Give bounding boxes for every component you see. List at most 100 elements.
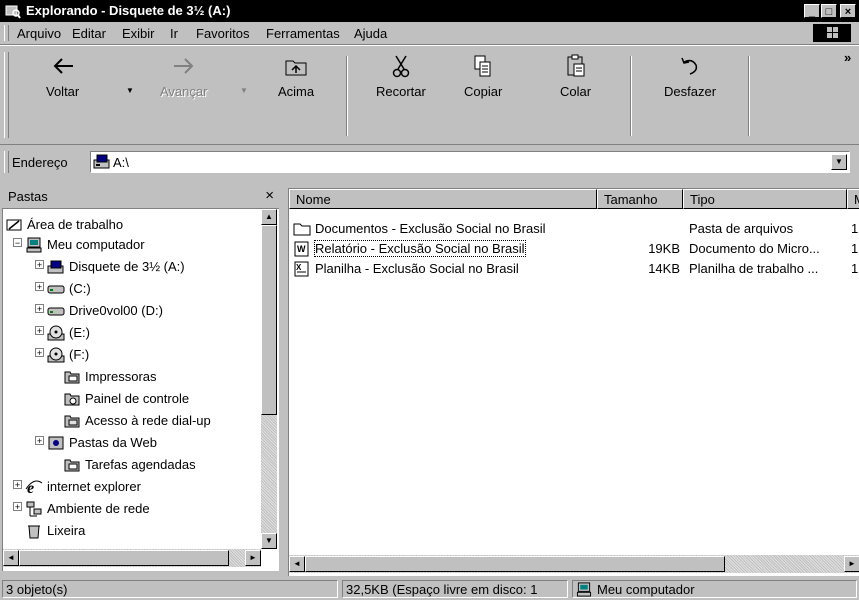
- up-button[interactable]: Acima: [278, 54, 314, 99]
- menu-favoritos[interactable]: Favoritos: [196, 26, 249, 41]
- file-row[interactable]: X Planilha - Exclusão Social no Brasil 1…: [289, 259, 859, 279]
- desktop-icon: [6, 219, 22, 231]
- toolbar-overflow-chevron-icon[interactable]: »: [844, 50, 851, 65]
- copy-button[interactable]: Copiar: [464, 54, 502, 99]
- menu-editar[interactable]: Editar: [72, 26, 106, 41]
- menu-bar: Arquivo Editar Exibir Ir Favoritos Ferra…: [0, 22, 859, 45]
- ie-icon: e: [25, 480, 43, 495]
- folder-tree[interactable]: Área de trabalho − Meu computador + Disq…: [2, 208, 279, 571]
- paste-button[interactable]: Colar: [560, 54, 591, 99]
- undo-icon: [681, 57, 698, 75]
- cut-button[interactable]: Recortar: [376, 54, 426, 99]
- title-bar[interactable]: Explorando - Disquete de 3½ (A:) _ □ ×: [0, 0, 859, 22]
- forward-label: Avançar: [160, 84, 208, 99]
- menu-grip[interactable]: [4, 25, 9, 41]
- maximize-button[interactable]: □: [821, 4, 837, 18]
- back-arrow-icon: [53, 58, 73, 74]
- undo-label: Desfazer: [664, 84, 717, 99]
- back-dropdown-icon[interactable]: ▼: [126, 86, 134, 95]
- address-grip[interactable]: [4, 151, 9, 173]
- scissors-icon: [392, 55, 410, 78]
- folder-icon: [293, 223, 311, 236]
- file-list-pane[interactable]: Nome Tamanho Tipo M Documentos - Exclusã…: [288, 188, 859, 576]
- svg-text:W: W: [297, 244, 306, 254]
- tree-expand-icon[interactable]: +: [35, 326, 44, 336]
- computer-icon: [26, 237, 42, 253]
- menu-exibir[interactable]: Exibir: [122, 26, 155, 41]
- dialup-icon: [64, 415, 80, 428]
- standard-toolbar: Voltar ▼ Avançar ▼ Acima Recortar Copiar…: [0, 45, 859, 145]
- status-bar: 3 objeto(s) 32,5KB (Espaço livre em disc…: [0, 578, 859, 600]
- folders-close-icon[interactable]: ×: [265, 187, 274, 204]
- scroll-down-icon[interactable]: ▼: [261, 533, 277, 549]
- scroll-right-icon[interactable]: ►: [245, 550, 261, 566]
- control-panel-icon: [64, 393, 80, 406]
- column-header-modified[interactable]: M: [847, 189, 859, 209]
- menu-arquivo[interactable]: Arquivo: [17, 26, 61, 41]
- forward-button[interactable]: Avançar: [160, 54, 207, 99]
- folders-pane: Pastas × Área de trabalho − Meu computad…: [2, 185, 282, 575]
- cut-label: Recortar: [376, 84, 426, 99]
- recycle-bin-icon: [28, 525, 40, 539]
- menu-ajuda[interactable]: Ajuda: [354, 26, 387, 41]
- toolbar-grip[interactable]: [4, 52, 9, 138]
- back-button[interactable]: Voltar: [46, 54, 79, 99]
- network-icon: [26, 501, 42, 517]
- floppy-icon: [47, 260, 64, 274]
- address-dropdown-icon[interactable]: ▼: [831, 154, 847, 170]
- tree-expand-icon[interactable]: +: [35, 436, 44, 446]
- file-row[interactable]: Documentos - Exclusão Social no Brasil P…: [289, 219, 859, 239]
- address-input[interactable]: A:\ ▼: [90, 151, 850, 173]
- folders-title: Pastas: [8, 189, 48, 204]
- folders-header: Pastas ×: [2, 185, 282, 207]
- tree-expand-icon[interactable]: +: [13, 480, 22, 490]
- undo-button[interactable]: Desfazer: [664, 54, 716, 99]
- menu-ferramentas[interactable]: Ferramentas: [266, 26, 340, 41]
- minimize-button[interactable]: _: [804, 4, 820, 18]
- menu-ir[interactable]: Ir: [170, 26, 178, 41]
- tree-expand-icon[interactable]: +: [35, 260, 44, 270]
- close-button[interactable]: ×: [840, 4, 856, 18]
- folders-scroll-thumb[interactable]: [261, 225, 277, 415]
- scroll-up-icon[interactable]: ▲: [261, 209, 277, 225]
- windows-logo-icon: [813, 24, 851, 42]
- forward-arrow-icon: [173, 58, 194, 74]
- folders-hscroll-thumb[interactable]: [19, 550, 229, 566]
- tree-expand-icon[interactable]: +: [35, 348, 44, 358]
- cdrom-icon: [47, 325, 65, 341]
- paste-clipboard-icon: [567, 54, 585, 77]
- address-bar: Endereço A:\ ▼: [0, 147, 859, 177]
- column-header-name[interactable]: Nome: [289, 189, 597, 209]
- tree-expand-icon[interactable]: +: [35, 304, 44, 314]
- web-folders-icon: [48, 436, 64, 450]
- scroll-left-icon[interactable]: ◄: [289, 556, 305, 572]
- column-header-size[interactable]: Tamanho: [597, 189, 683, 209]
- copy-label: Copiar: [464, 84, 503, 99]
- status-object-count: 3 objeto(s): [2, 580, 338, 598]
- up-label: Acima: [278, 84, 315, 99]
- scroll-right-icon[interactable]: ►: [844, 556, 859, 572]
- toolbar-separator: [346, 56, 348, 136]
- forward-dropdown-icon[interactable]: ▼: [240, 86, 248, 95]
- hard-drive-icon: [47, 307, 65, 316]
- toolbar-separator: [748, 56, 750, 136]
- tree-expand-icon[interactable]: +: [35, 282, 44, 292]
- file-row[interactable]: W Relatório - Exclusão Social no Brasil …: [289, 239, 859, 259]
- status-disk-space: 32,5KB (Espaço livre em disco: 1: [342, 580, 568, 598]
- files-horizontal-scrollbar[interactable]: ◄ ►: [289, 555, 859, 573]
- tree-collapse-icon[interactable]: −: [13, 238, 22, 248]
- tree-expand-icon[interactable]: +: [13, 502, 22, 512]
- floppy-drive-icon: [93, 154, 110, 169]
- column-header-type[interactable]: Tipo: [683, 189, 847, 209]
- scheduled-tasks-icon: [64, 459, 80, 472]
- files-hscroll-thumb[interactable]: [305, 556, 725, 572]
- scroll-left-icon[interactable]: ◄: [3, 550, 19, 566]
- address-label: Endereço: [12, 155, 68, 170]
- computer-icon: [576, 582, 592, 597]
- excel-sheet-icon: X: [294, 261, 309, 277]
- hard-drive-icon: [47, 285, 65, 294]
- status-location: Meu computador: [572, 580, 857, 598]
- word-doc-icon: W: [294, 241, 309, 257]
- copy-icon: [474, 55, 491, 77]
- address-value: A:\: [113, 155, 129, 170]
